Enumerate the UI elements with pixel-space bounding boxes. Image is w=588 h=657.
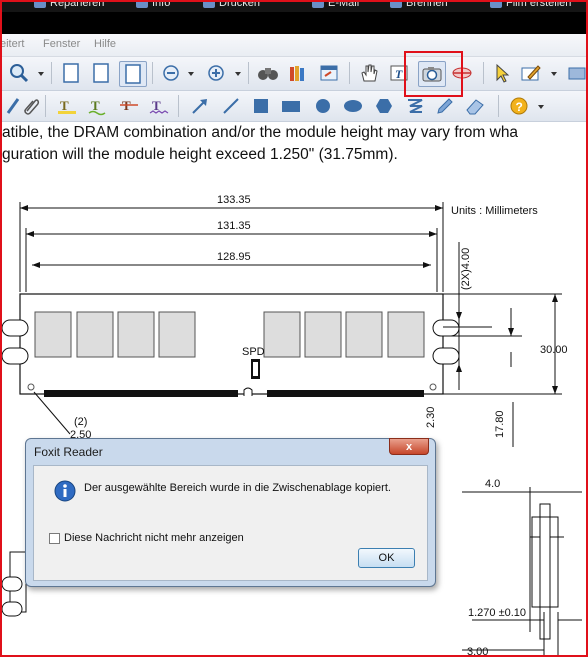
screenshot-red-frame <box>0 0 588 657</box>
